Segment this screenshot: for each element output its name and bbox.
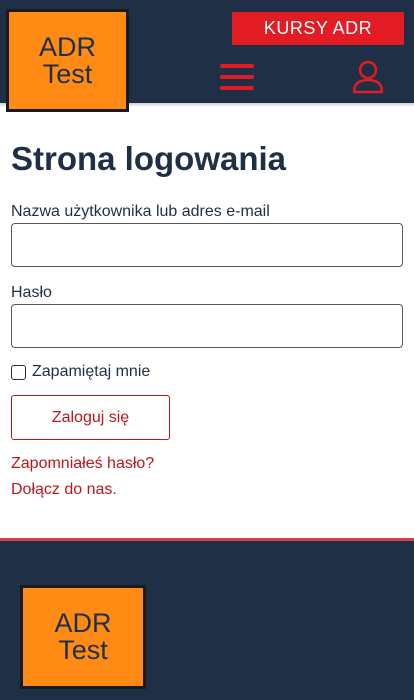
logo-line-2: Test (42, 58, 93, 89)
hamburger-menu-icon[interactable] (220, 64, 254, 90)
footer-logo-line-2: Test (58, 635, 108, 665)
forgot-password-link[interactable]: Zapomniałeś hasło? (11, 455, 154, 473)
password-label: Hasło (11, 284, 52, 301)
remember-me-row[interactable]: Zapamiętaj mnie (11, 363, 150, 381)
footer-logo[interactable]: ADR Test (20, 585, 146, 689)
remember-me-checkbox[interactable] (11, 364, 26, 380)
join-link[interactable]: Dołącz do nas. (11, 481, 117, 499)
page: ADR Test KURSY ADR Strona logowania Nazw… (0, 0, 414, 700)
remember-me-label[interactable]: Zapamiętaj mnie (32, 363, 150, 381)
page-title: Strona logowania (11, 140, 287, 177)
username-input[interactable] (11, 223, 403, 267)
footer-logo-line-1: ADR (54, 608, 112, 638)
kursy-adr-button[interactable]: KURSY ADR (232, 12, 404, 45)
login-button[interactable]: Zaloguj się (11, 395, 170, 440)
username-label: Nazwa użytkownika lub adres e-mail (11, 203, 270, 220)
site-logo[interactable]: ADR Test (6, 9, 129, 112)
password-input[interactable] (11, 304, 403, 348)
logo-line-1: ADR (38, 31, 96, 62)
user-account-icon[interactable] (352, 60, 384, 94)
